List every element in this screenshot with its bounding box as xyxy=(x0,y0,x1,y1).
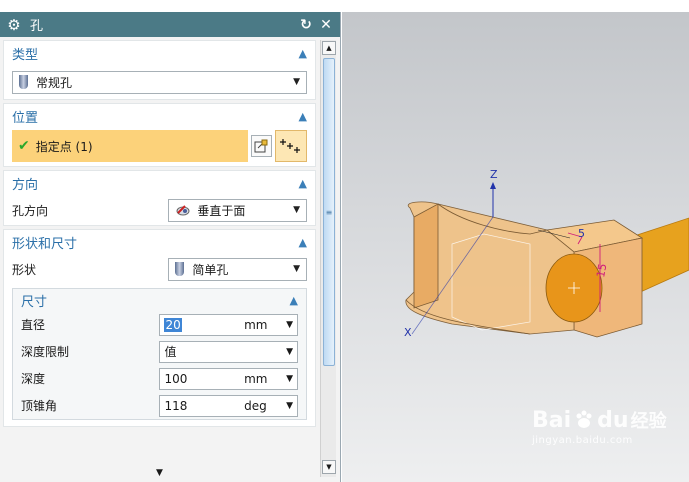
chevron-down-icon: ▼ xyxy=(286,346,293,357)
collapse-icon[interactable]: ▲ xyxy=(299,47,307,60)
gear-icon[interactable]: ⚙ xyxy=(6,16,22,34)
tip-angle-input[interactable]: 118 deg ▼ xyxy=(159,394,298,417)
specify-point-label: 指定点 (1) xyxy=(35,139,93,154)
hole-direction-dropdown[interactable]: 垂直于面 ▼ xyxy=(168,198,307,222)
baidu-watermark: Bai du 经验 jingyan.baidu.com xyxy=(532,407,667,447)
depth-label: 深度 xyxy=(21,372,46,386)
shape-dropdown[interactable]: 简单孔 ▼ xyxy=(168,257,307,281)
type-value: 常规孔 xyxy=(36,75,73,90)
chevron-down-icon[interactable]: ▼ xyxy=(286,401,293,411)
dimension-5-label[interactable]: 5 xyxy=(578,227,585,240)
scroll-down-icon[interactable]: ▼ xyxy=(322,460,336,474)
diameter-value: 20 xyxy=(164,317,182,332)
depth-limit-label: 深度限制 xyxy=(21,345,70,359)
collapse-icon[interactable]: ▲ xyxy=(299,236,307,249)
depth-limit-value: 值 xyxy=(164,345,177,359)
dialog-content: 类型 ▲ 常规孔 ▼ 位置 ▲ ✔ 指定点 (1) 方向 ▲ 孔方向 垂直于面 … xyxy=(0,37,319,482)
dimensions-header[interactable]: 尺寸 ▲ xyxy=(13,289,306,311)
check-icon: ✔ xyxy=(18,138,30,154)
watermark-brand-du: du xyxy=(597,407,629,433)
tip-angle-row: 顶锥角 118 deg ▼ xyxy=(13,392,306,419)
x-axis-label: X xyxy=(404,326,412,339)
graphics-viewport[interactable]: Z X 5 15 Bai du 经验 jingyan.baidu.com xyxy=(342,12,689,482)
watermark-brand: Bai xyxy=(532,407,572,433)
normal-to-face-icon xyxy=(176,205,190,216)
shape-value: 简单孔 xyxy=(192,262,229,277)
watermark-jingyan: 经验 xyxy=(630,411,667,432)
z-axis-label: Z xyxy=(490,168,498,181)
section-direction: 方向 ▲ 孔方向 垂直于面 ▼ xyxy=(3,170,316,226)
hole-direction-value: 垂直于面 xyxy=(197,203,246,218)
section-type-title: 类型 xyxy=(12,47,39,63)
tip-angle-value: 118 xyxy=(164,398,188,413)
section-position-title: 位置 xyxy=(12,110,39,126)
dialog-titlebar: ⚙ 孔 ↻ ✕ xyxy=(0,12,340,37)
section-shape-title: 形状和尺寸 xyxy=(12,236,78,252)
collapse-icon[interactable]: ▲ xyxy=(290,294,298,307)
point-dialog-button[interactable] xyxy=(275,130,307,162)
depth-row: 深度 100 mm ▼ xyxy=(13,365,306,392)
close-icon[interactable]: ✕ xyxy=(318,17,334,33)
specify-point-selector[interactable]: ✔ 指定点 (1) xyxy=(12,130,248,162)
dialog-title: 孔 xyxy=(30,19,44,34)
shape-row: 形状 简单孔 ▼ xyxy=(4,254,315,284)
sketch-icon xyxy=(254,139,268,153)
section-position-header[interactable]: 位置 ▲ xyxy=(4,104,315,128)
section-shape-size: 形状和尺寸 ▲ 形状 简单孔 ▼ 尺寸 ▲ 直径 20 mm ▼ 深度限制 值 … xyxy=(3,229,316,427)
section-direction-header[interactable]: 方向 ▲ xyxy=(4,171,315,195)
more-options-chevron-icon[interactable]: ▼ xyxy=(0,468,319,478)
dimensions-group: 尺寸 ▲ 直径 20 mm ▼ 深度限制 值 ▼ 深度 100 mm ▼ 顶锥角… xyxy=(12,288,307,420)
chevron-down-icon: ▼ xyxy=(293,264,300,274)
collapse-icon[interactable]: ▲ xyxy=(299,177,307,190)
scroll-up-icon[interactable]: ▲ xyxy=(322,41,336,55)
sketch-section-button[interactable] xyxy=(250,135,273,157)
diameter-unit: mm xyxy=(244,317,268,332)
scrollbar-thumb[interactable]: ≡ xyxy=(323,58,335,366)
dimensions-title: 尺寸 xyxy=(21,294,48,310)
top-strip xyxy=(0,0,689,12)
diameter-input[interactable]: 20 mm ▼ xyxy=(159,313,298,336)
collapse-icon[interactable]: ▲ xyxy=(299,110,307,123)
chevron-down-icon: ▼ xyxy=(293,77,300,87)
depth-limit-dropdown[interactable]: 值 ▼ xyxy=(159,340,298,363)
type-row: 常规孔 ▼ xyxy=(4,65,315,99)
chevron-down-icon[interactable]: ▼ xyxy=(286,320,293,330)
type-dropdown[interactable]: 常规孔 ▼ xyxy=(12,70,307,94)
hole-direction-label: 孔方向 xyxy=(12,203,49,218)
section-position: 位置 ▲ ✔ 指定点 (1) xyxy=(3,103,316,167)
hole-dialog: ⚙ 孔 ↻ ✕ 类型 ▲ 常规孔 ▼ 位置 ▲ ✔ 指定点 (1) 方向 ▲ 孔… xyxy=(0,12,341,482)
reset-icon[interactable]: ↻ xyxy=(298,17,314,33)
shape-label: 形状 xyxy=(12,262,37,277)
point-icon xyxy=(280,139,301,153)
dimension-15-label[interactable]: 15 xyxy=(594,262,609,278)
depth-unit: mm xyxy=(244,371,268,386)
section-shape-header[interactable]: 形状和尺寸 ▲ xyxy=(4,230,315,254)
chevron-down-icon: ▼ xyxy=(293,205,300,215)
depth-input[interactable]: 100 mm ▼ xyxy=(159,367,298,390)
paw-icon xyxy=(576,410,592,428)
section-type-header[interactable]: 类型 ▲ xyxy=(4,41,315,65)
position-row: ✔ 指定点 (1) xyxy=(4,128,315,166)
depth-value: 100 xyxy=(164,371,188,386)
chevron-down-icon[interactable]: ▼ xyxy=(286,374,293,384)
section-type: 类型 ▲ 常规孔 ▼ xyxy=(3,40,316,100)
section-direction-title: 方向 xyxy=(12,177,39,193)
depth-limit-row: 深度限制 值 ▼ xyxy=(13,338,306,365)
tip-angle-label: 顶锥角 xyxy=(21,399,58,413)
watermark-url: jingyan.baidu.com xyxy=(532,435,633,446)
hole-icon xyxy=(19,75,28,89)
tip-angle-unit: deg xyxy=(244,398,267,413)
dialog-scrollbar[interactable]: ▲ ≡ ▼ xyxy=(320,40,336,477)
simple-hole-icon xyxy=(175,262,185,276)
diameter-label: 直径 xyxy=(21,318,46,332)
diameter-row: 直径 20 mm ▼ xyxy=(13,311,306,338)
direction-row: 孔方向 垂直于面 ▼ xyxy=(4,195,315,225)
